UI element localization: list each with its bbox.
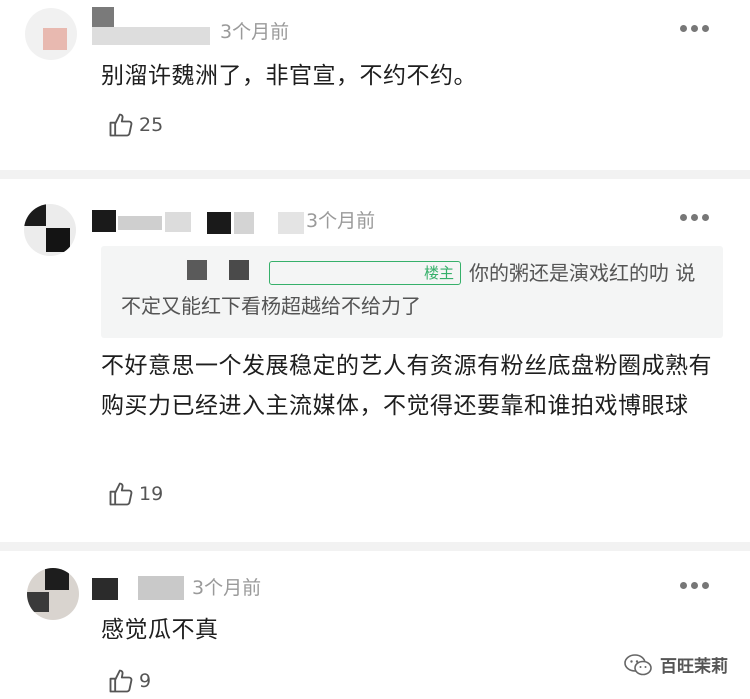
- comment-timestamp: 3个月前: [220, 21, 290, 43]
- op-badge: 楼主: [269, 261, 462, 285]
- like-count: 19: [139, 483, 164, 505]
- username-blurred: [165, 212, 191, 232]
- username-blurred[interactable]: [92, 7, 114, 27]
- username-blurred: [278, 212, 304, 234]
- avatar[interactable]: [27, 568, 79, 620]
- like-button[interactable]: 19: [107, 479, 163, 509]
- watermark: 百旺茉莉: [624, 652, 728, 677]
- like-button[interactable]: 9: [107, 666, 151, 696]
- thumbs-up-icon: [109, 669, 133, 693]
- avatar-blur-block: [45, 568, 69, 590]
- more-options-button[interactable]: [680, 25, 710, 33]
- username-blurred: [118, 216, 162, 230]
- comment-timestamp: 3个月前: [306, 210, 376, 232]
- username-blurred[interactable]: [92, 210, 116, 232]
- more-options-button[interactable]: [680, 582, 710, 590]
- wechat-icon: [624, 653, 652, 675]
- avatar-blur-block: [46, 228, 70, 252]
- comment-text: 别溜许魏洲了，非官宣，不约不约。: [101, 63, 477, 89]
- comment-item: 3个月前 别溜许魏洲了，非官宣，不约不约。 25: [0, 0, 750, 172]
- comment-text: 不好意思一个发展稳定的艺人有资源有粉丝底盘粉圈成熟有购买力已经进入主流媒体，不觉…: [101, 353, 712, 419]
- comment-text: 感觉瓜不真: [101, 617, 219, 643]
- quoted-reply-content: 楼主 你的粥还是演戏红的叻 说不定又能红下看杨超越给不给力了: [121, 257, 701, 323]
- thumbs-up-icon: [109, 113, 133, 137]
- like-count: 25: [139, 114, 164, 136]
- avatar-blur-block: [27, 592, 49, 612]
- avatar[interactable]: [25, 8, 77, 60]
- username-blurred: [234, 212, 254, 234]
- like-button[interactable]: 25: [107, 110, 163, 140]
- thumbs-up-icon: [109, 482, 133, 506]
- avatar-blur-block: [24, 204, 46, 226]
- more-options-button[interactable]: [680, 214, 710, 222]
- username-blurred[interactable]: [92, 578, 118, 600]
- watermark-text: 百旺茉莉: [660, 657, 728, 677]
- username-blurred: [207, 212, 231, 234]
- quoted-reply[interactable]: 楼主 你的粥还是演戏红的叻 说不定又能红下看杨超越给不给力了: [101, 246, 723, 338]
- avatar-blur-block: [43, 28, 67, 50]
- username-blurred: [92, 27, 210, 45]
- comment-item: 3个月前 楼主 你的粥还是演戏红的叻 说不定又能红下看杨超越给不给力了 不好意思一…: [0, 172, 750, 544]
- comment-timestamp: 3个月前: [192, 577, 262, 599]
- username-blurred: [138, 576, 184, 600]
- avatar[interactable]: [24, 204, 76, 256]
- like-count: 9: [139, 670, 152, 692]
